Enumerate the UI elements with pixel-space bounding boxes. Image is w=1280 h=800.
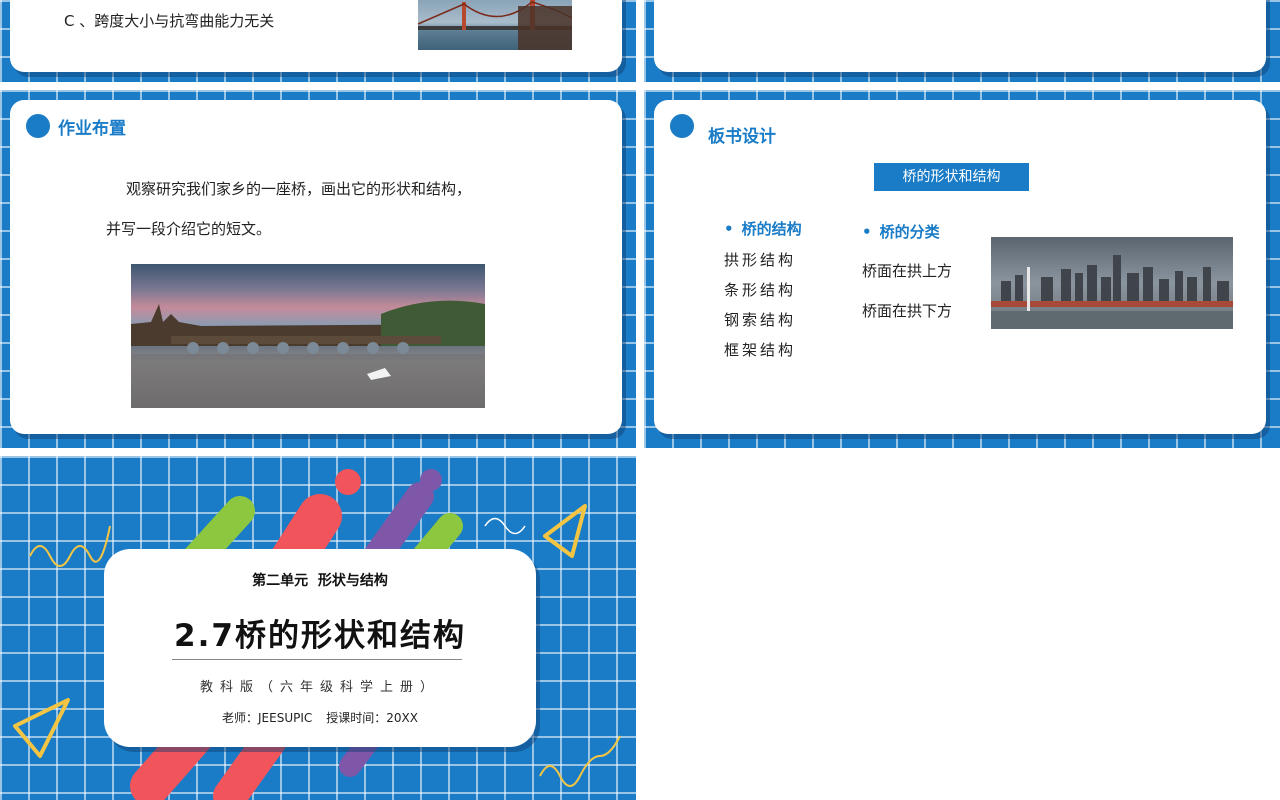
bullet-icon: •	[862, 223, 872, 241]
classification-item-2: 桥面在拱下方	[862, 302, 953, 320]
classification-title-text: 桥的分类	[879, 223, 940, 241]
bridge-drawing	[418, 0, 572, 50]
cover-title: 2.7桥的形状和结构	[174, 618, 466, 654]
unit-label: 第二单元 形状与结构	[252, 573, 388, 589]
slide-quiz[interactable]: C 、跨度大小与抗弯曲能力无关	[0, 0, 636, 82]
structure-item-1: 拱形结构	[724, 251, 797, 269]
slide-homework[interactable]: 作业布置 观察研究我们家乡的一座桥，画出它的形状和结构， 并写一段介绍它的短文。	[0, 90, 636, 448]
structure-item-4: 框架结构	[724, 341, 797, 359]
board-banner: 桥的形状和结构	[874, 163, 1029, 191]
arch-bridge-drawing	[131, 300, 485, 408]
edition-label: 教科版（六年级科学上册）	[199, 680, 440, 695]
classification-item-1: 桥面在拱上方	[862, 262, 953, 280]
heading-dot-icon	[26, 114, 50, 138]
slide-board-design[interactable]: 板书设计 桥的形状和结构 • 桥的结构 拱形结构 条形结构 钢索结构 框架结构 •…	[644, 90, 1280, 448]
stone-arch-bridge-river-photo	[131, 264, 485, 408]
classification-title: • 桥的分类	[862, 221, 940, 242]
slide-cover[interactable]: 第二单元 形状与结构 2.7桥的形状和结构 教科版（六年级科学上册） 老师：JE…	[0, 456, 636, 800]
homework-line-2: 并写一段介绍它的短文。	[106, 220, 272, 238]
board-heading: 板书设计	[708, 127, 776, 147]
slide-top-right[interactable]	[644, 0, 1280, 82]
teacher-time-row: 老师：JEESUPIC 授课时间：20XX	[104, 709, 536, 726]
structure-item-2: 条形结构	[724, 281, 797, 299]
title-divider	[172, 659, 462, 660]
top-right-card	[654, 0, 1266, 72]
skyline-drawing	[991, 255, 1233, 329]
teacher-label: 老师：JEESUPIC	[222, 711, 313, 725]
structure-title-text: 桥的结构	[741, 220, 802, 238]
heading-dot-icon	[670, 114, 694, 138]
time-label: 授课时间：20XX	[326, 711, 418, 725]
structure-item-3: 钢索结构	[724, 311, 797, 329]
structure-title: • 桥的结构	[724, 218, 802, 239]
city-skyline-bridge-photo	[991, 237, 1233, 329]
bullet-icon: •	[724, 220, 734, 238]
option-c-text: C 、跨度大小与抗弯曲能力无关	[64, 12, 275, 30]
homework-line-1: 观察研究我们家乡的一座桥，画出它的形状和结构，	[126, 180, 472, 198]
homework-heading: 作业布置	[58, 119, 126, 139]
suspension-bridge-photo	[418, 0, 572, 50]
